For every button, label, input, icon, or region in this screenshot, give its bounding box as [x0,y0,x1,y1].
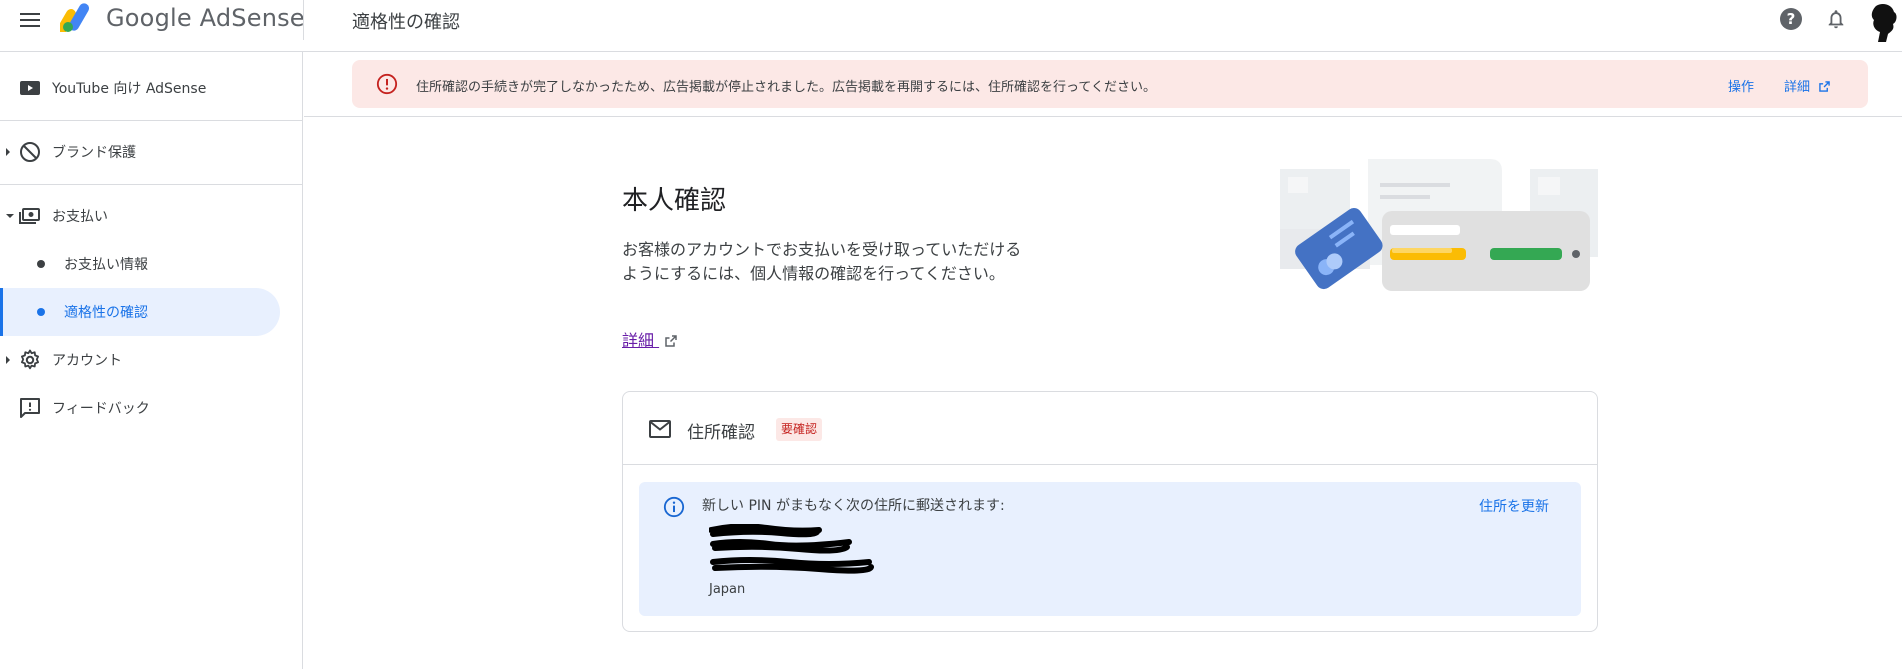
update-address-link[interactable]: 住所を更新 [1479,496,1549,516]
alert-details-link[interactable]: 詳細 [1784,76,1830,95]
sidebar-item-label: アカウント [52,353,122,369]
sidebar-item-payment-info[interactable]: お支払い情報 [0,240,280,288]
collapse-caret-icon [6,214,14,218]
avatar[interactable] [1866,2,1900,42]
pin-mail-message: 新しい PIN がまもなく次の住所に郵送されます: [702,498,1005,514]
block-icon [20,142,40,162]
suspension-alert-banner: 住所確認の手続きが完了しなかったため、広告掲載が停止されました。広告掲載を再開す… [352,60,1868,108]
sidebar-item-label: お支払い情報 [64,257,148,273]
alert-details-label: 詳細 [1784,80,1811,95]
status-badge: 要確認 [776,418,823,441]
sidebar-item-youtube[interactable]: YouTube 向け AdSense [0,64,280,112]
expand-caret-icon [6,148,10,156]
sidebar-item-label: 適格性の確認 [64,305,148,321]
sidebar-item-payments[interactable]: お支払い [0,192,280,240]
pin-info-box: 新しい PIN がまもなく次の住所に郵送されます: 住所を更新 Japan [639,482,1581,616]
menu-icon[interactable] [18,8,42,32]
address-verification-card: 住所確認 要確認 新しい PIN がまもなく次の住所に郵送されます: 住所を更新… [622,391,1598,632]
sidebar-item-account[interactable]: アカウント [0,336,280,384]
info-icon [663,496,685,518]
sidebar-item-feedback[interactable]: フィードバック [0,384,280,432]
sidebar: YouTube 向け AdSense ブランド保護 お支払い お支払い情報 適格… [0,52,303,669]
gear-icon [21,349,39,370]
error-icon [376,73,398,95]
youtube-icon [20,81,40,95]
sidebar-item-label: フィードバック [52,401,150,417]
sidebar-divider [0,120,302,121]
top-app-bar: Google AdSense 適格性の確認 ? [0,0,1902,52]
alert-message: 住所確認の手続きが完了しなかったため、広告掲載が停止されました。広告掲載を再開す… [416,80,1156,95]
open-in-new-icon [1819,81,1830,92]
help-icon[interactable]: ? [1780,8,1802,30]
identity-verification-description: お客様のアカウントでお支払いを受け取っていただけるようにするには、個人情報の確認… [622,240,1022,283]
expand-caret-icon [6,356,10,364]
bullet-icon [37,260,45,268]
sidebar-item-label: YouTube 向け AdSense [52,81,207,97]
sidebar-item-brand-protection[interactable]: ブランド保護 [0,128,280,176]
bell-icon[interactable] [1825,8,1847,30]
bullet-icon [37,308,45,316]
open-in-new-icon [665,335,677,347]
page-title: 適格性の確認 [352,12,460,33]
header-divider [303,0,304,40]
payments-icon [19,208,40,224]
alert-action-link[interactable]: 操作 [1728,76,1754,95]
sidebar-item-eligibility[interactable]: 適格性の確認 [0,288,280,336]
sidebar-item-label: お支払い [52,209,108,225]
content-divider [304,116,1902,117]
adsense-logo-icon [60,3,89,32]
details-link-label: 詳細 [622,331,655,350]
feedback-icon [20,398,40,418]
card-header: 住所確認 要確認 [623,392,1597,465]
identity-card-illustration [1280,159,1598,291]
sidebar-item-label: ブランド保護 [52,145,136,161]
sidebar-divider [0,184,302,185]
card-title: 住所確認 [687,423,755,443]
brand-name: Google AdSense [106,4,305,32]
mail-icon [649,420,671,438]
redacted-address [709,524,874,574]
identity-verification-title: 本人確認 [622,186,727,216]
address-country: Japan [709,582,746,597]
details-link[interactable]: 詳細 [622,327,677,351]
